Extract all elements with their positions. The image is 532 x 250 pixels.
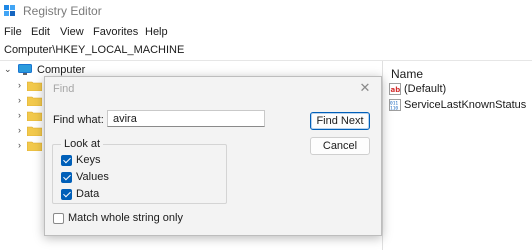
value-row[interactable]: ab (Default) (389, 83, 529, 97)
folder-icon (26, 81, 43, 92)
binary-value-icon: 011 110 (389, 99, 401, 112)
value-name: (Default) (404, 83, 447, 95)
find-next-button[interactable]: Find Next (310, 112, 370, 130)
find-dialog: Find ✕ Find what: Find Next Cancel Look … (44, 76, 382, 236)
menu-help[interactable]: Help (145, 26, 168, 38)
menu-view[interactable]: View (60, 26, 84, 38)
values-checkbox[interactable] (61, 172, 72, 183)
chevron-right-icon[interactable]: › (18, 110, 21, 120)
chevron-right-icon[interactable]: › (18, 80, 21, 90)
window-title: Registry Editor (23, 4, 102, 18)
find-what-input[interactable] (107, 110, 265, 127)
menu-favorites[interactable]: Favorites (93, 26, 138, 38)
svg-text:ab: ab (391, 86, 401, 94)
keys-checkbox[interactable] (61, 155, 72, 166)
data-label: Data (76, 188, 100, 200)
chevron-down-icon[interactable]: ⌄ (4, 64, 12, 75)
values-label: Values (76, 171, 109, 183)
title-bar: Registry Editor (0, 0, 532, 22)
column-header-name[interactable]: Name (391, 67, 423, 81)
folder-icon (26, 111, 43, 122)
tree-item-label: Computer (37, 64, 86, 76)
menu-edit[interactable]: Edit (31, 26, 50, 38)
menu-file[interactable]: File (4, 26, 22, 38)
data-checkbox[interactable] (61, 189, 72, 200)
chevron-right-icon[interactable]: › (18, 95, 21, 105)
close-icon[interactable]: ✕ (355, 79, 375, 97)
computer-icon (18, 64, 32, 75)
cancel-button[interactable]: Cancel (310, 137, 370, 155)
dialog-title-bar[interactable]: Find ✕ (45, 77, 381, 101)
values-pane: Name ab (Default) 011 110 ServiceLastKno… (383, 61, 532, 250)
folder-icon (26, 96, 43, 107)
address-bar[interactable]: Computer\HKEY_LOCAL_MACHINE (0, 42, 532, 61)
dialog-title: Find (53, 83, 75, 95)
keys-label: Keys (76, 154, 101, 166)
folder-icon (26, 126, 43, 137)
look-at-label: Look at (61, 138, 104, 150)
folder-icon (26, 141, 43, 152)
match-whole-checkbox[interactable] (53, 213, 64, 224)
regedit-icon (4, 5, 16, 17)
value-name: ServiceLastKnownStatus (404, 99, 527, 111)
string-value-icon: ab (389, 83, 401, 95)
match-whole-label: Match whole string only (68, 212, 183, 224)
chevron-right-icon[interactable]: › (18, 125, 21, 135)
address-path[interactable]: Computer\HKEY_LOCAL_MACHINE (4, 44, 184, 56)
svg-text:110: 110 (390, 106, 398, 112)
chevron-right-icon[interactable]: › (18, 140, 21, 150)
value-row[interactable]: 011 110 ServiceLastKnownStatus (389, 99, 529, 113)
find-what-label: Find what: (53, 114, 104, 126)
